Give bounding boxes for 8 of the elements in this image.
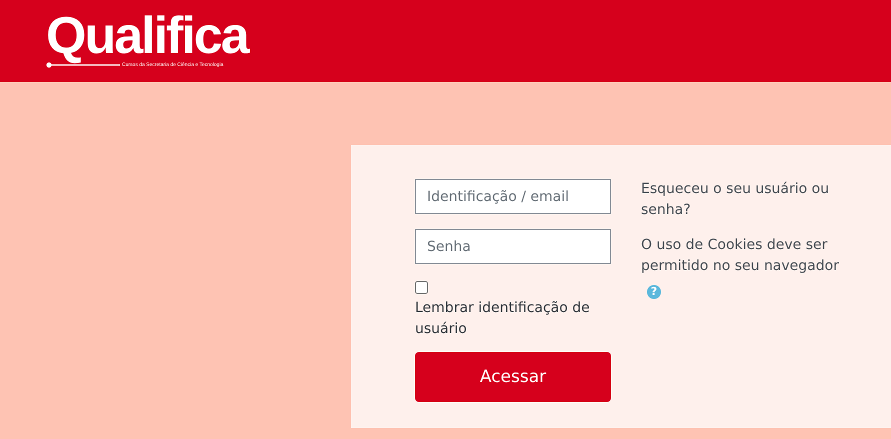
cookies-notice: O uso de Cookies deve ser permitido no seu navegador	[641, 236, 840, 276]
password-field[interactable]: Senha	[415, 229, 611, 264]
remember-label: Lembrar identificação de usuário	[415, 299, 591, 339]
login-button[interactable]: Acessar	[415, 352, 611, 402]
forgot-password-link[interactable]: Esqueceu o seu usuário ou senha?	[641, 179, 851, 221]
username-field[interactable]: Identificação / email	[415, 179, 611, 214]
remember-checkbox[interactable]	[415, 281, 428, 294]
logo-line-icon	[46, 62, 120, 68]
